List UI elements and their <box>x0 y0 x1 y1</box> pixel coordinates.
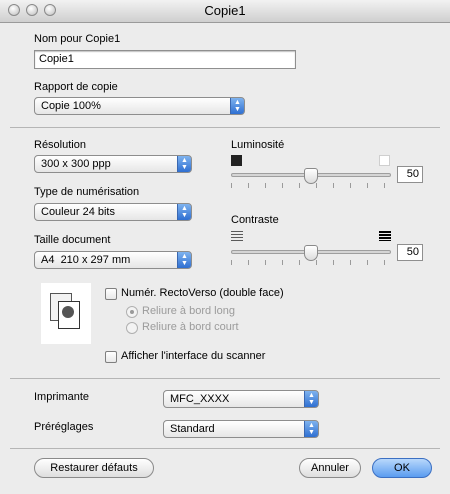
high-contrast-icon <box>379 231 391 241</box>
presets-value: Standard <box>170 423 215 435</box>
low-contrast-icon <box>231 231 243 241</box>
restore-defaults-button[interactable]: Restaurer défauts <box>34 458 154 478</box>
copy-ratio-label: Rapport de copie <box>34 81 118 93</box>
resolution-label: Résolution <box>34 139 86 151</box>
printer-popup[interactable]: MFC_XXXX ▲ ▼ <box>163 390 319 408</box>
radio-long-edge-label: Reliure à bord long <box>142 305 235 317</box>
separator <box>10 378 440 379</box>
page-front-icon <box>58 301 80 329</box>
name-label: Nom pour Copie1 <box>34 33 121 45</box>
brightness-label: Luminosité <box>231 139 285 151</box>
photo-blob-icon <box>62 306 74 318</box>
popup-arrows-icon: ▲ ▼ <box>304 421 318 437</box>
dark-square-icon <box>231 155 242 166</box>
radio-short-edge-label: Reliure à bord court <box>142 321 239 333</box>
contrast-value-field[interactable]: 50 <box>397 244 423 261</box>
show-scanner-ui-label: Afficher l'interface du scanner <box>121 350 266 362</box>
document-size-label: Taille document <box>34 234 111 246</box>
printer-label: Imprimante <box>34 391 90 403</box>
popup-arrows-icon: ▲ ▼ <box>304 391 318 407</box>
document-size-value: A4 210 x 297 mm <box>41 254 131 266</box>
scan-type-label: Type de numérisation <box>34 186 140 198</box>
popup-arrows-icon: ▲ ▼ <box>177 252 191 268</box>
document-size-popup[interactable]: A4 210 x 297 mm ▲ ▼ <box>34 251 192 269</box>
scan-type-popup[interactable]: Couleur 24 bits ▲ ▼ <box>34 203 192 221</box>
duplex-label: Numér. RectoVerso (double face) <box>121 287 284 299</box>
popup-arrows-icon: ▲ ▼ <box>177 156 191 172</box>
duplex-checkbox[interactable] <box>105 288 117 300</box>
resolution-popup[interactable]: 300 x 300 ppp ▲ ▼ <box>34 155 192 173</box>
presets-label: Préréglages <box>34 421 94 433</box>
presets-popup[interactable]: Standard ▲ ▼ <box>163 420 319 438</box>
contrast-label: Contraste <box>231 214 279 226</box>
radio-long-edge[interactable] <box>126 306 138 318</box>
printer-value: MFC_XXXX <box>170 393 230 405</box>
popup-arrows-icon: ▲ ▼ <box>177 204 191 220</box>
light-square-icon <box>379 155 390 166</box>
title-bar: Copie1 <box>0 0 450 23</box>
window-title: Copie1 <box>204 3 246 18</box>
contrast-slider-thumb[interactable] <box>304 245 318 261</box>
copy-ratio-popup[interactable]: Copie 100% ▲ ▼ <box>34 97 245 115</box>
separator <box>10 448 440 449</box>
brightness-value-field[interactable]: 50 <box>397 166 423 183</box>
cancel-button[interactable]: Annuler <box>299 458 361 478</box>
brightness-slider-thumb[interactable] <box>304 168 318 184</box>
resolution-value: 300 x 300 ppp <box>41 158 111 170</box>
ok-button[interactable]: OK <box>372 458 432 478</box>
separator <box>10 127 440 128</box>
duplex-illustration <box>41 283 91 344</box>
scan-type-value: Couleur 24 bits <box>41 206 115 218</box>
popup-arrows-icon: ▲ ▼ <box>230 98 244 114</box>
show-scanner-ui-checkbox[interactable] <box>105 351 117 363</box>
radio-short-edge[interactable] <box>126 322 138 334</box>
copy-ratio-value: Copie 100% <box>41 100 101 112</box>
name-input[interactable]: Copie1 <box>34 50 296 69</box>
